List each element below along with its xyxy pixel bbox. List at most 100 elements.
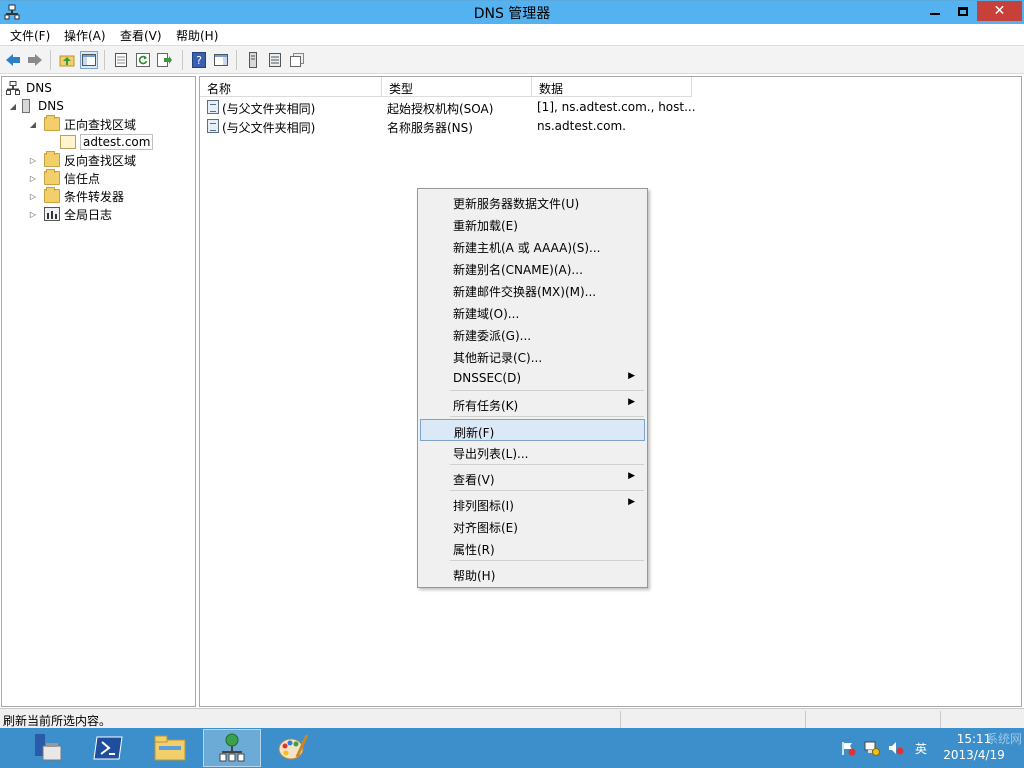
status-divider bbox=[805, 711, 806, 728]
tree-label: 正向查找区域 bbox=[64, 117, 137, 132]
menu-item-other-new-records[interactable]: 其他新记录(C)... bbox=[420, 345, 645, 367]
status-divider bbox=[620, 711, 621, 728]
menu-item-new-alias[interactable]: 新建别名(CNAME)(A)... bbox=[420, 257, 645, 279]
taskbar-powershell[interactable] bbox=[79, 729, 137, 767]
restore-button[interactable] bbox=[949, 1, 977, 21]
taskbar-dns-manager[interactable] bbox=[203, 729, 261, 767]
collapse-arrow-icon[interactable]: ◢ bbox=[28, 120, 38, 129]
taskbar-paint[interactable] bbox=[264, 729, 322, 767]
close-icon: ✕ bbox=[993, 3, 1006, 19]
menu-action[interactable]: 操作(A) bbox=[64, 27, 106, 44]
paint-palette-icon bbox=[278, 734, 309, 760]
menu-item-reload[interactable]: 重新加载(E) bbox=[420, 213, 645, 235]
column-header-name[interactable]: 名称 bbox=[200, 77, 382, 97]
folder-icon bbox=[44, 151, 60, 167]
dns-network-icon bbox=[219, 733, 245, 762]
up-one-level-button[interactable] bbox=[58, 51, 76, 69]
console-tree-icon bbox=[82, 54, 96, 66]
show-hide-console-tree-button[interactable] bbox=[80, 51, 98, 69]
folder-up-icon bbox=[59, 55, 75, 67]
menu-item-new-mail-exchanger[interactable]: 新建邮件交换器(MX)(M)... bbox=[420, 279, 645, 301]
console-tree: DNS ◢ DNS ◢ 正向查找区域 adtest.com ▷ 反向查找区域 ▷… bbox=[1, 76, 196, 707]
back-arrow-icon bbox=[6, 54, 20, 66]
input-language-indicator[interactable]: 英 bbox=[915, 740, 927, 757]
menu-item-help[interactable]: 帮助(H) bbox=[420, 563, 645, 585]
export-list-button[interactable] bbox=[156, 51, 174, 69]
server-icon bbox=[22, 99, 30, 113]
watermark-text: 系统网 bbox=[985, 732, 1022, 746]
expand-arrow-icon[interactable]: ▷ bbox=[28, 174, 38, 183]
menu-file[interactable]: 文件(F) bbox=[10, 27, 50, 44]
menu-help[interactable]: 帮助(H) bbox=[176, 27, 218, 44]
show-hide-action-pane-button[interactable] bbox=[212, 51, 230, 69]
refresh-icon bbox=[136, 53, 150, 67]
menu-item-new-delegation[interactable]: 新建委派(G)... bbox=[420, 323, 645, 345]
back-button[interactable] bbox=[4, 51, 22, 69]
menu-item-properties[interactable]: 属性(R) bbox=[420, 537, 645, 559]
menu-item-new-domain[interactable]: 新建域(O)... bbox=[420, 301, 645, 323]
volume-muted-icon[interactable] bbox=[888, 740, 904, 756]
server-view-button[interactable] bbox=[244, 51, 262, 69]
tree-item-forward-zones[interactable]: ◢ 正向查找区域 bbox=[28, 115, 136, 133]
table-row[interactable]: (与父文件夹相同) 名称服务器(NS) ns.adtest.com. bbox=[200, 117, 800, 136]
tree-label: 条件转发器 bbox=[64, 189, 125, 204]
toolbar-separator bbox=[182, 50, 183, 70]
tree-item-global-logs[interactable]: ▷ 全局日志 bbox=[28, 205, 112, 223]
tree-item-reverse-zones[interactable]: ▷ 反向查找区域 bbox=[28, 151, 136, 169]
record-list-button[interactable] bbox=[266, 51, 284, 69]
tree-item-dns-root[interactable]: DNS bbox=[6, 79, 52, 97]
minimize-button[interactable] bbox=[921, 1, 949, 21]
menu-separator bbox=[450, 560, 644, 561]
help-icon: ? bbox=[192, 52, 206, 68]
document-icon bbox=[115, 53, 127, 67]
network-status-icon[interactable] bbox=[864, 740, 880, 756]
submenu-arrow-icon: ▶ bbox=[628, 497, 635, 507]
context-menu: 更新服务器数据文件(U) 重新加载(E) 新建主机(A 或 AAAA)(S)..… bbox=[417, 188, 648, 588]
action-center-flag-icon[interactable] bbox=[840, 740, 856, 756]
taskbar-file-explorer[interactable] bbox=[141, 729, 199, 767]
tree-item-dns-server[interactable]: ◢ DNS bbox=[8, 97, 64, 115]
menu-item-arrange-icons[interactable]: 排列图标(I) ▶ bbox=[420, 493, 645, 515]
menu-separator bbox=[450, 490, 644, 491]
tree-item-adtest-zone[interactable]: adtest.com bbox=[60, 133, 154, 151]
menu-separator bbox=[450, 416, 644, 417]
expand-arrow-icon[interactable]: ▷ bbox=[28, 192, 38, 201]
close-button[interactable]: ✕ bbox=[977, 1, 1022, 21]
menu-item-dnssec[interactable]: DNSSEC(D) ▶ bbox=[420, 367, 645, 389]
menu-item-line-up-icons[interactable]: 对齐图标(E) bbox=[420, 515, 645, 537]
menu-item-update-server-data-file[interactable]: 更新服务器数据文件(U) bbox=[420, 191, 645, 213]
menu-item-new-host[interactable]: 新建主机(A 或 AAAA)(S)... bbox=[420, 235, 645, 257]
menu-item-view[interactable]: 查看(V) ▶ bbox=[420, 467, 645, 489]
dns-root-icon bbox=[6, 81, 20, 95]
expand-arrow-icon[interactable]: ▷ bbox=[28, 156, 38, 165]
menu-item-all-tasks[interactable]: 所有任务(K) ▶ bbox=[420, 393, 645, 415]
cell-data: ns.adtest.com. bbox=[537, 119, 626, 133]
collapse-arrow-icon[interactable]: ◢ bbox=[8, 102, 18, 111]
menu-separator bbox=[450, 464, 644, 465]
table-row[interactable]: (与父文件夹相同) 起始授权机构(SOA) [1], ns.adtest.com… bbox=[200, 98, 800, 117]
forward-button[interactable] bbox=[26, 51, 44, 69]
svg-text:?: ? bbox=[196, 54, 202, 67]
menu-item-refresh[interactable]: 刷新(F) bbox=[420, 419, 645, 441]
toolbar-separator bbox=[236, 50, 237, 70]
taskbar: 英 15:11 2013/4/19 系统网 bbox=[0, 728, 1024, 768]
dns-manager-window: DNS 管理器 ✕ 文件(F) 操作(A) 查看(V) 帮助(H) ? DNS … bbox=[0, 0, 1024, 729]
folder-icon bbox=[44, 187, 60, 203]
help-button[interactable]: ? bbox=[190, 51, 208, 69]
tree-item-conditional-forwarders[interactable]: ▷ 条件转发器 bbox=[28, 187, 124, 205]
title-bar[interactable]: DNS 管理器 ✕ bbox=[0, 1, 1024, 24]
menu-item-export-list[interactable]: 导出列表(L)... bbox=[420, 441, 645, 463]
refresh-button[interactable] bbox=[134, 51, 152, 69]
properties-button[interactable] bbox=[112, 51, 130, 69]
expand-arrow-icon[interactable]: ▷ bbox=[28, 210, 38, 219]
status-divider bbox=[940, 711, 941, 728]
column-header-type[interactable]: 类型 bbox=[382, 77, 532, 97]
server-manager-icon bbox=[35, 734, 62, 761]
column-header-data[interactable]: 数据 bbox=[532, 77, 692, 97]
tree-item-trust-points[interactable]: ▷ 信任点 bbox=[28, 169, 100, 187]
copy-records-button[interactable] bbox=[288, 51, 306, 69]
forward-arrow-icon bbox=[28, 54, 42, 66]
taskbar-server-manager[interactable] bbox=[18, 729, 76, 767]
powershell-icon bbox=[93, 736, 123, 760]
menu-view[interactable]: 查看(V) bbox=[120, 27, 162, 44]
